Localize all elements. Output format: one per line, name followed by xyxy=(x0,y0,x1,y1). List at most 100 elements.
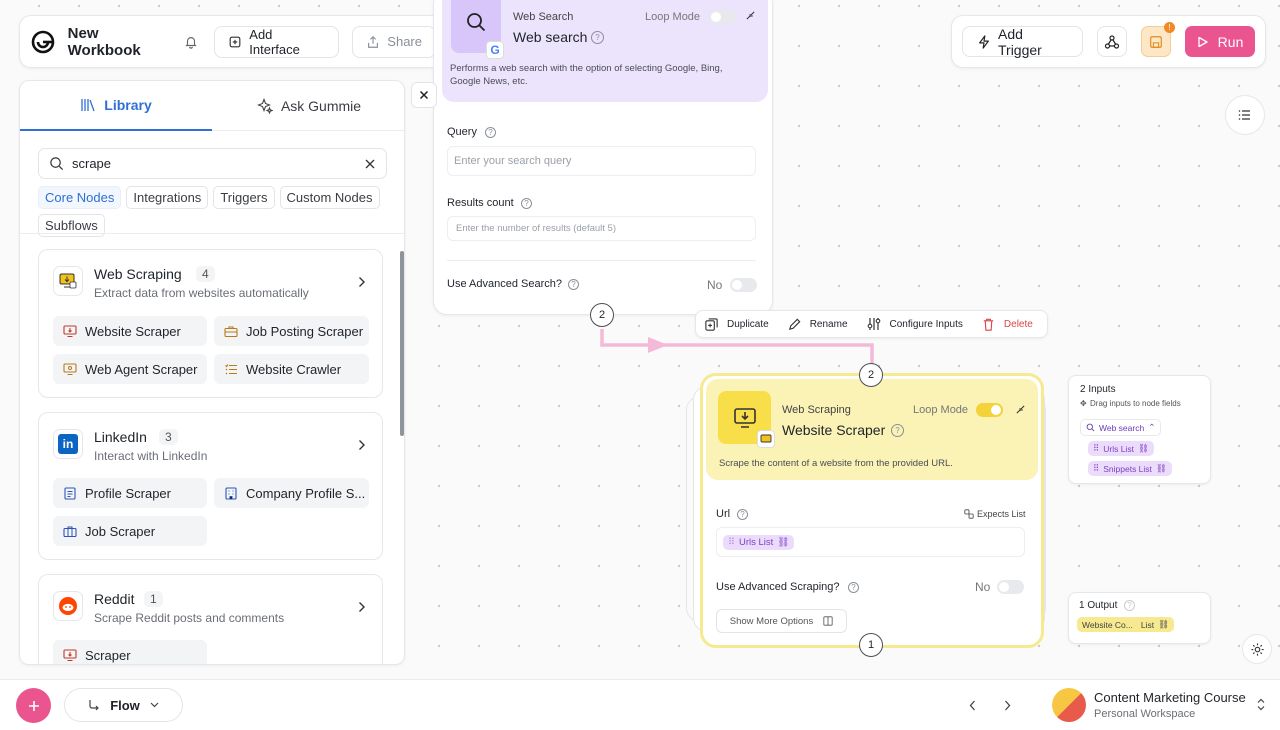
filter-integrations[interactable]: Integrations xyxy=(126,186,209,209)
library-search-input[interactable]: scrape xyxy=(72,156,356,171)
scraper-collapse-icon[interactable] xyxy=(1015,404,1026,415)
add-trigger-button[interactable]: Add Trigger xyxy=(962,26,1083,58)
advanced-search-toggle[interactable] xyxy=(730,278,757,292)
share-icon xyxy=(366,35,380,49)
scraper-help-icon[interactable]: ? xyxy=(891,424,904,437)
play-icon xyxy=(1197,36,1209,48)
briefcase-icon xyxy=(224,325,238,338)
node-reddit-scraper[interactable]: Scraper xyxy=(53,640,207,664)
node-job-posting-scraper[interactable]: Job Posting Scraper xyxy=(214,316,369,346)
close-library-button[interactable] xyxy=(411,82,437,108)
scraper-badge-icon xyxy=(757,430,775,448)
trash-icon[interactable] xyxy=(981,317,996,332)
output-help-icon[interactable]: ? xyxy=(1124,600,1135,611)
input-tag-snippets-label: Snippets List xyxy=(1103,463,1152,474)
query-input[interactable]: Enter your search query xyxy=(447,146,756,176)
output-tag-type: List xyxy=(1140,619,1155,630)
web-search-output-badge[interactable]: 2 xyxy=(590,303,614,327)
workspace-switcher[interactable]: Content Marketing Course Personal Worksp… xyxy=(1052,688,1272,722)
web-search-node[interactable]: G Web Search Web search ? Loop Mode Perf… xyxy=(433,0,773,315)
flow-selector[interactable]: Flow xyxy=(64,688,183,722)
url-list-tag[interactable]: ⠿ Urls List ⛓ xyxy=(723,534,795,550)
scraper-title[interactable]: Website Scraper xyxy=(782,422,885,438)
collapse-icon[interactable] xyxy=(745,10,756,21)
prev-arrow-icon[interactable] xyxy=(969,700,976,711)
share-label: Share xyxy=(387,34,422,49)
group-count-web-scraping: 4 xyxy=(196,266,215,282)
rename-button[interactable]: Rename xyxy=(810,319,848,330)
next-arrow-icon[interactable] xyxy=(1004,700,1011,711)
delete-button[interactable]: Delete xyxy=(1004,319,1033,330)
run-button[interactable]: Run xyxy=(1185,26,1255,57)
website-scraper-icon xyxy=(63,324,77,338)
advanced-help-icon[interactable]: ? xyxy=(568,279,579,290)
configure-icon[interactable] xyxy=(866,316,882,332)
workbook-title[interactable]: New Workbook xyxy=(68,25,175,59)
group-header-web-scraping[interactable]: Web Scraping 4 Extract data from website… xyxy=(39,250,382,314)
library-search-box[interactable]: scrape xyxy=(38,148,387,179)
list-icon xyxy=(1238,108,1252,122)
library-scrollbar[interactable] xyxy=(400,251,404,436)
node-website-crawler[interactable]: Website Crawler xyxy=(214,354,369,384)
results-count-input[interactable]: Enter the number of results (default 5) xyxy=(447,216,756,241)
configure-inputs-button[interactable]: Configure Inputs xyxy=(890,319,963,330)
interface-icon xyxy=(228,35,242,49)
output-tag[interactable]: Website Co... List ⛓ xyxy=(1077,617,1174,632)
scraper-output-badge[interactable]: 1 xyxy=(859,633,883,657)
filter-custom-nodes[interactable]: Custom Nodes xyxy=(279,186,380,209)
duplicate-button[interactable]: Duplicate xyxy=(727,319,769,330)
pencil-icon[interactable] xyxy=(787,317,802,332)
filter-triggers[interactable]: Triggers xyxy=(213,186,275,209)
input-source-web-search[interactable]: Web search ⌃ xyxy=(1080,419,1162,436)
input-tag-snippets[interactable]: ⠿ Snippets List ⛓ xyxy=(1088,461,1172,476)
share-button[interactable]: Share xyxy=(352,25,436,58)
flow-icon xyxy=(88,699,100,711)
results-help-icon[interactable]: ? xyxy=(521,198,532,209)
scraper-loop-mode-toggle[interactable] xyxy=(976,403,1003,417)
group-title-reddit: Reddit xyxy=(94,591,135,607)
filter-core-nodes[interactable]: Core Nodes xyxy=(38,186,122,209)
advanced-scraping-label: Use Advanced Scraping? xyxy=(716,581,840,593)
query-help-icon[interactable]: ? xyxy=(485,127,496,138)
outline-button[interactable] xyxy=(1225,95,1265,135)
advanced-scraping-toggle[interactable] xyxy=(997,580,1024,594)
input-tag-urls-label: Urls List xyxy=(1103,443,1134,454)
bell-icon[interactable] xyxy=(184,35,198,49)
node-web-agent-scraper[interactable]: Web Agent Scraper xyxy=(53,354,207,384)
gear-icon xyxy=(1250,642,1265,657)
library-filters: Core Nodes Integrations Triggers Custom … xyxy=(38,186,388,237)
duplicate-icon[interactable] xyxy=(704,317,719,332)
node-job-scraper[interactable]: Job Scraper xyxy=(53,516,207,546)
show-more-options-button[interactable]: Show More Options xyxy=(716,609,847,633)
canvas-settings-button[interactable] xyxy=(1242,634,1272,664)
scraper-input-badge[interactable]: 2 xyxy=(859,363,883,387)
help-icon[interactable]: ? xyxy=(591,31,604,44)
web-search-title[interactable]: Web search xyxy=(513,29,587,45)
gumloop-logo-icon[interactable] xyxy=(30,29,56,55)
node-profile-scraper[interactable]: Profile Scraper xyxy=(53,478,207,508)
node-label: Web Agent Scraper xyxy=(85,361,198,377)
website-scraper-node[interactable]: Web Scraping Website Scraper ? Loop Mode… xyxy=(700,373,1044,648)
input-tag-urls[interactable]: ⠿ Urls List ⛓ xyxy=(1088,441,1154,456)
clear-icon[interactable] xyxy=(364,158,376,170)
loop-mode-toggle[interactable] xyxy=(709,10,736,24)
tab-ask-gummie[interactable]: Ask Gummie xyxy=(212,81,404,131)
webhook-button[interactable] xyxy=(1096,26,1127,57)
save-button[interactable]: ! xyxy=(1140,22,1176,57)
node-website-scraper[interactable]: Website Scraper xyxy=(53,316,207,346)
advanced-search-label: Use Advanced Search? xyxy=(447,278,562,290)
url-input[interactable]: ⠿ Urls List ⛓ xyxy=(716,527,1025,557)
add-node-button[interactable] xyxy=(16,688,51,723)
url-help-icon[interactable]: ? xyxy=(737,509,748,520)
tab-library[interactable]: Library xyxy=(20,81,212,131)
advanced-scraping-help-icon[interactable]: ? xyxy=(848,582,859,593)
node-company-profile-scraper[interactable]: Company Profile S... xyxy=(214,478,369,508)
chevron-right-icon[interactable] xyxy=(358,439,366,451)
chevron-right-icon[interactable] xyxy=(358,601,366,613)
chevron-right-icon[interactable] xyxy=(358,276,366,288)
group-header-reddit[interactable]: Reddit 1 Scrape Reddit posts and comment… xyxy=(39,575,382,639)
add-interface-button[interactable]: Add Interface xyxy=(214,25,340,58)
url-label: Url xyxy=(716,508,731,520)
group-header-linkedin[interactable]: in LinkedIn 3 Interact with LinkedIn xyxy=(39,413,382,477)
workbook-header: New Workbook Add Interface Share xyxy=(19,15,447,68)
